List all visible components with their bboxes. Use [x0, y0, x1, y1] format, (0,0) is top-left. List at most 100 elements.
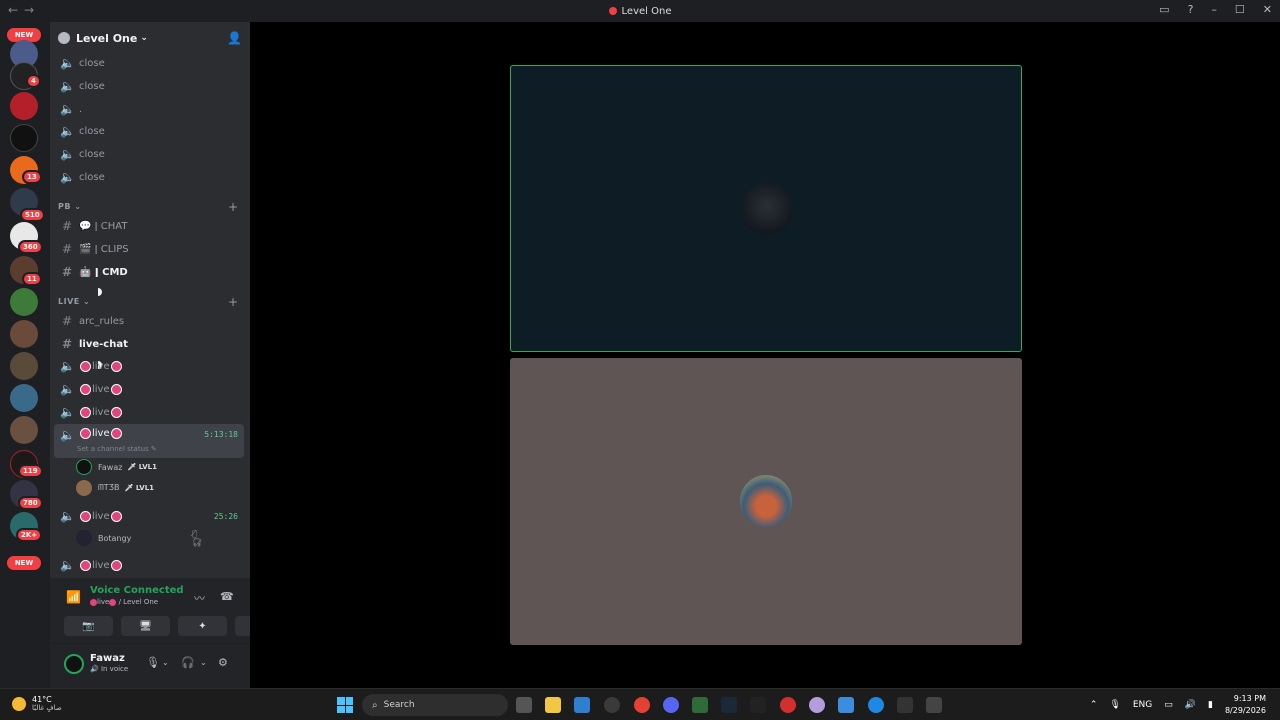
live-dot-icon	[80, 559, 91, 571]
voice-channel-active[interactable]: 🔈 live 5:13:18 Set a channel status ✎	[54, 424, 244, 458]
close-button[interactable]: ✕	[1263, 3, 1272, 16]
user-status: 🔊 In voice	[90, 665, 129, 673]
username[interactable]: Fawaz	[90, 653, 125, 664]
voice-channel[interactable]: 🔈 live	[54, 401, 244, 423]
category-pb[interactable]: PB ⌄ +	[58, 200, 238, 214]
speaker-icon: 🔈	[60, 124, 75, 138]
voice-channel[interactable]: 🔈 live	[54, 554, 244, 576]
speaker-icon: 🔈	[60, 56, 75, 70]
voice-channel[interactable]: 🔈.	[54, 98, 244, 120]
voice-user[interactable]: Botangy 🎙̸🎧̸	[76, 529, 202, 547]
user-avatar[interactable]	[64, 654, 84, 674]
activities-button[interactable]: ✦	[178, 616, 227, 636]
invite-people-icon[interactable]: 👤	[227, 31, 242, 45]
hash-icon: #	[61, 265, 73, 279]
discord-icon[interactable]	[663, 697, 679, 713]
voice-status-title[interactable]: Voice Connected	[90, 585, 184, 596]
voice-user[interactable]: Fawaz 🗡 LVL1	[76, 459, 157, 475]
category-live[interactable]: LIVE ⌄ +	[58, 295, 238, 309]
help-icon[interactable]: ?	[1188, 3, 1194, 16]
app-icon[interactable]	[750, 697, 766, 713]
server-list: NEW 4 13 510 360 11 119 780 2K+ NEW	[0, 22, 50, 688]
server-icon[interactable]	[10, 92, 38, 120]
signal-icon: 📶	[66, 590, 81, 604]
app-icon[interactable]	[780, 697, 796, 713]
app-icon[interactable]	[838, 697, 854, 713]
xbox-icon[interactable]	[692, 697, 708, 713]
live-dot-icon	[110, 510, 122, 522]
voice-channel[interactable]: 🔈 close	[54, 120, 244, 142]
voice-channel[interactable]: 🔈 close	[54, 166, 244, 188]
app-icon[interactable]	[868, 697, 884, 713]
server-icon[interactable]	[10, 384, 38, 412]
server-icon[interactable]	[10, 288, 38, 316]
server-icon[interactable]	[10, 320, 38, 348]
voice-timer: 25:26	[213, 511, 238, 521]
headphones-icon[interactable]: 🎧	[181, 656, 195, 669]
file-explorer-icon[interactable]	[545, 697, 561, 713]
store-icon[interactable]	[574, 697, 590, 713]
app-icon[interactable]	[604, 697, 620, 713]
screen-share-button[interactable]: 🖥	[121, 616, 170, 636]
settings-gear-icon[interactable]: ⚙	[218, 656, 228, 669]
text-channel[interactable]: # 🎬 ǀ CLIPS	[54, 238, 244, 260]
clock[interactable]: 9:13 PM 8/29/2026	[1225, 693, 1266, 717]
network-icon[interactable]: ▭	[1164, 700, 1173, 710]
language-indicator[interactable]: ENG	[1133, 700, 1152, 710]
voice-channel[interactable]: 🔈 close	[54, 143, 244, 165]
add-channel-icon[interactable]: +	[228, 295, 239, 309]
text-channel[interactable]: # arc_rules	[54, 310, 244, 332]
weather-icon	[12, 696, 26, 711]
chrome-icon[interactable]	[634, 697, 650, 713]
chevron-up-icon[interactable]: ⌃	[1090, 700, 1098, 710]
avatar	[76, 480, 92, 496]
speaker-icon: 🔈	[60, 558, 75, 572]
speaker-icon: 🔈	[60, 170, 75, 184]
app-icon[interactable]	[926, 697, 942, 713]
text-channel[interactable]: # live-chat	[54, 333, 244, 355]
taskbar-search[interactable]: ⌕ Search	[362, 694, 508, 716]
microphone-icon[interactable]: 🎙	[146, 656, 160, 669]
camera-button[interactable]: 📷	[64, 616, 113, 636]
server-icon[interactable]	[10, 124, 38, 152]
volume-icon[interactable]: 🔊	[1185, 700, 1196, 710]
text-channel[interactable]: # 💬 ǀ CHAT	[54, 215, 244, 237]
battery-icon[interactable]: ▮	[1208, 700, 1213, 710]
minimize-button[interactable]: –	[1211, 3, 1217, 16]
server-icon[interactable]	[10, 352, 38, 380]
maximize-button[interactable]: ☐	[1235, 3, 1245, 16]
epic-games-icon[interactable]	[897, 697, 913, 713]
speaker-icon: 🔈	[60, 382, 75, 396]
noise-suppression-icon[interactable]: 〰	[194, 590, 205, 606]
server-header[interactable]: Level One ⌄ 👤	[50, 22, 250, 54]
channel-status-hint[interactable]: Set a channel status ✎	[77, 445, 157, 453]
chevron-down-icon[interactable]: ⌄	[162, 658, 169, 667]
role-tag: 🗡 LVL1	[127, 463, 157, 471]
voice-channel[interactable]: 🔈 close	[54, 75, 244, 97]
add-channel-icon[interactable]: +	[228, 200, 239, 214]
microphone-icon[interactable]: 🎙	[1109, 700, 1120, 710]
participant-tile[interactable]	[510, 358, 1022, 645]
text-channel[interactable]: # 🤖 ǀ CMD	[54, 261, 244, 283]
start-button[interactable]	[337, 697, 353, 713]
voice-timer: 5:13:18	[204, 430, 238, 439]
app-icon[interactable]	[809, 697, 825, 713]
weather-widget[interactable]: 41°C صافٍ غالبًا	[12, 695, 62, 712]
hash-icon: #	[61, 337, 73, 351]
voice-user[interactable]: ᗰTƷB 🗡 LVL1	[76, 480, 154, 496]
voice-channel[interactable]: 🔈 live 25:26	[54, 505, 244, 527]
steam-icon[interactable]	[721, 697, 737, 713]
participant-tile-speaking[interactable]	[510, 65, 1022, 352]
clapper-icon: 🎬	[79, 243, 92, 255]
voice-status-channel[interactable]: live / Level One	[90, 598, 158, 606]
participant-avatar	[740, 475, 792, 527]
server-icon[interactable]	[10, 416, 38, 444]
voice-channel[interactable]: 🔈 live	[54, 355, 244, 377]
speaker-icon: 🔈	[60, 509, 75, 523]
voice-channel[interactable]: 🔈 live	[54, 378, 244, 400]
disconnect-icon[interactable]: ☎	[220, 590, 234, 603]
voice-channel[interactable]: 🔈 close	[54, 52, 244, 74]
chevron-down-icon[interactable]: ⌄	[200, 658, 207, 667]
inbox-icon[interactable]: ▭	[1159, 3, 1169, 16]
task-view-icon[interactable]	[516, 697, 532, 713]
